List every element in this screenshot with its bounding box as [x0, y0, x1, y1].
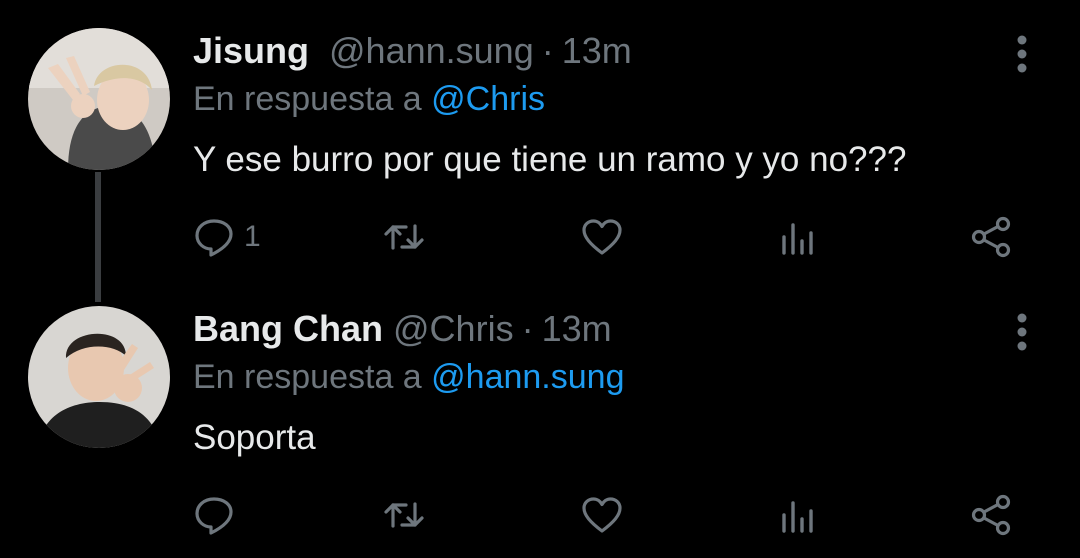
separator: · — [541, 30, 554, 71]
reply-context: En respuesta a @Chris — [193, 80, 545, 119]
more-icon — [1017, 35, 1027, 73]
username[interactable]: @hann.sung — [329, 30, 534, 72]
avatar[interactable] — [28, 306, 170, 448]
retweet-button[interactable] — [382, 490, 426, 540]
stats-icon — [782, 501, 813, 533]
tweet-header: Bang Chan @Chris · 13m — [193, 308, 612, 358]
share-icon — [971, 216, 1011, 258]
like-icon — [582, 219, 622, 255]
display-name[interactable]: Bang Chan — [193, 308, 383, 350]
share-button[interactable] — [970, 212, 1014, 262]
like-icon — [582, 497, 622, 533]
more-options-button[interactable] — [1010, 32, 1034, 76]
reply-prefix: En respuesta a — [193, 358, 422, 396]
tweet-text: Soporta — [193, 418, 316, 457]
retweet-icon — [384, 224, 424, 250]
reply-count: 1 — [244, 220, 261, 253]
view-stats-button[interactable] — [776, 212, 820, 262]
retweet-icon — [384, 502, 424, 528]
timestamp[interactable]: 13m — [562, 30, 632, 72]
thread-connector — [95, 172, 101, 302]
reply-icon — [195, 219, 233, 257]
mention-link[interactable]: @Chris — [431, 80, 545, 118]
reply-button[interactable]: 1 — [192, 212, 261, 262]
action-bar: 1 — [192, 212, 1022, 262]
like-button[interactable] — [580, 490, 624, 540]
retweet-button[interactable] — [382, 212, 426, 262]
reply-button[interactable] — [192, 490, 236, 540]
stats-icon — [782, 223, 813, 255]
share-icon — [971, 494, 1011, 536]
tweet[interactable]: Jisung @hann.sung · 13m En respuesta a @… — [0, 0, 1080, 302]
reply-context: En respuesta a @hann.sung — [193, 358, 624, 397]
action-bar — [192, 490, 1022, 540]
reply-prefix: En respuesta a — [193, 80, 422, 118]
view-stats-button[interactable] — [776, 490, 820, 540]
separator: · — [521, 308, 534, 349]
tweet-header: Jisung @hann.sung · 13m — [193, 30, 632, 80]
username[interactable]: @Chris — [393, 308, 514, 350]
reply-icon — [195, 497, 233, 535]
share-button[interactable] — [970, 490, 1014, 540]
display-name[interactable]: Jisung — [193, 30, 309, 72]
mention-link[interactable]: @hann.sung — [431, 358, 624, 396]
more-icon — [1017, 313, 1027, 351]
like-button[interactable] — [580, 212, 624, 262]
avatar[interactable] — [28, 28, 170, 170]
tweet-text: Y ese burro por que tiene un ramo y yo n… — [193, 140, 907, 179]
timestamp[interactable]: 13m — [542, 308, 612, 350]
more-options-button[interactable] — [1010, 310, 1034, 354]
tweet[interactable]: Bang Chan @Chris · 13m En respuesta a @h… — [0, 290, 1080, 558]
